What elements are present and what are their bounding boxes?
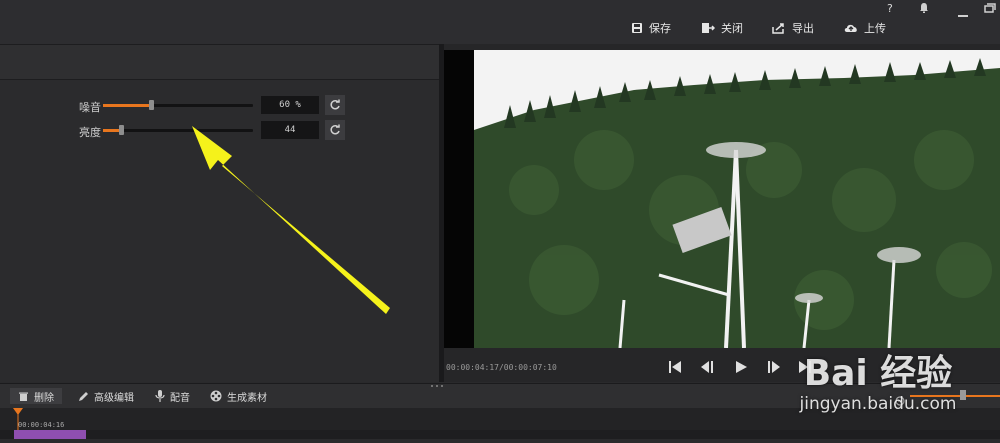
exit-icon [702, 23, 715, 33]
top-toolbar: ? 保存 关闭 导出 上传 [0, 0, 1000, 45]
save-button[interactable]: 保存 [631, 18, 671, 38]
playhead-time: 00:00:04:16 [18, 421, 65, 429]
adjustment-panel-header [0, 44, 439, 80]
trash-icon [19, 392, 28, 401]
prev-frame-icon [701, 361, 713, 373]
watermark-brand: Bai 经验 [803, 353, 953, 394]
baidu-jingyan-watermark: Bai 经验 jingyan.baidu.com [756, 330, 1000, 425]
noise-slider-thumb[interactable] [149, 100, 154, 110]
delete-button[interactable]: 删除 [10, 388, 62, 404]
noise-label: 噪音 [79, 101, 101, 114]
delete-label: 删除 [34, 392, 54, 404]
export-button[interactable]: 导出 [772, 18, 814, 38]
skip-start-button[interactable] [666, 358, 684, 376]
advanced-edit-label: 高级编辑 [94, 392, 134, 404]
brightness-label: 亮度 [79, 126, 101, 139]
film-reel-icon [210, 390, 222, 402]
minimize-icon[interactable] [958, 7, 968, 20]
dub-label: 配音 [170, 392, 190, 404]
export-label: 导出 [792, 22, 814, 35]
generate-material-label: 生成素材 [227, 392, 267, 404]
video-frame-image [444, 50, 1000, 348]
dub-button[interactable]: 配音 [155, 388, 190, 404]
save-label: 保存 [649, 22, 671, 35]
prev-frame-button[interactable] [699, 358, 717, 376]
video-preview[interactable] [444, 50, 1000, 348]
reset-icon [330, 99, 340, 110]
watermark-url: jingyan.baidu.com [799, 394, 957, 414]
noise-value-field[interactable]: 60 % [261, 96, 319, 114]
upload-button[interactable]: 上传 [844, 18, 886, 38]
upload-label: 上传 [864, 22, 886, 35]
brightness-slider-thumb[interactable] [119, 125, 124, 135]
close-label: 关闭 [721, 22, 743, 35]
annotation-arrow [192, 126, 390, 314]
playback-timecode: 00:00:04:17/00:00:07:10 [446, 363, 557, 372]
play-icon [736, 361, 747, 373]
noise-slider-fill [103, 104, 151, 107]
noise-slider[interactable] [103, 100, 253, 110]
noise-reset-button[interactable] [325, 95, 345, 115]
cloud-upload-icon [844, 24, 857, 32]
pencil-icon [79, 391, 88, 401]
help-button[interactable]: ? [887, 2, 893, 15]
advanced-edit-button[interactable]: 高级编辑 [78, 388, 134, 404]
resize-handle[interactable] [430, 383, 444, 387]
skip-start-icon [669, 361, 681, 373]
play-button[interactable] [732, 358, 750, 376]
notification-icon[interactable] [918, 2, 930, 17]
restore-window-icon[interactable] [984, 3, 996, 16]
save-icon [632, 23, 642, 33]
generate-material-button[interactable]: 生成素材 [210, 388, 267, 404]
close-button[interactable]: 关闭 [701, 18, 743, 38]
microphone-icon [155, 390, 165, 402]
export-icon [772, 23, 784, 34]
timeline-clip[interactable] [14, 430, 86, 439]
